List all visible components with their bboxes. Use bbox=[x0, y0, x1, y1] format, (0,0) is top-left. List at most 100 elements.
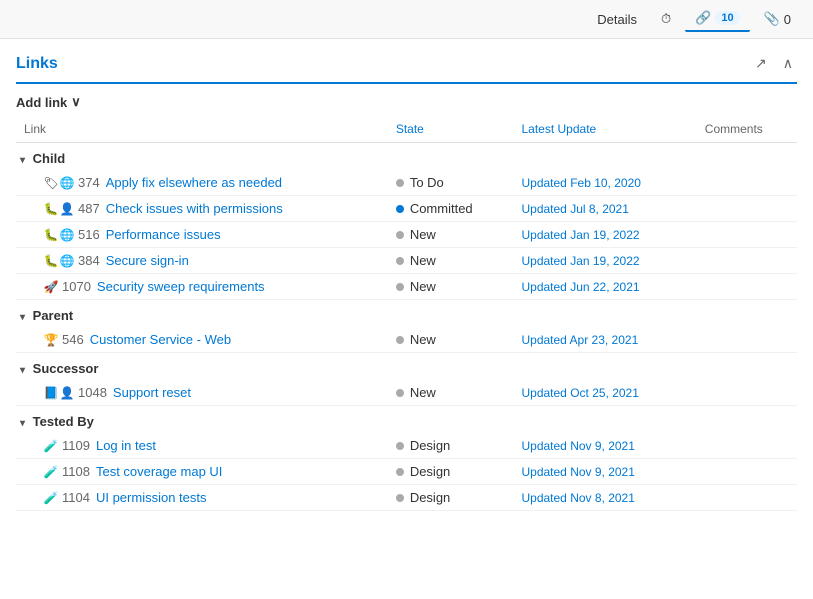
state-label: Design bbox=[410, 490, 450, 505]
expand-icon[interactable]: ↗ bbox=[751, 53, 771, 74]
state-label: New bbox=[410, 385, 436, 400]
table-row: 📘👤 1048 Support reset New Updated Oct 25… bbox=[16, 380, 797, 406]
table-row: 🐛👤 487 Check issues with permissions Com… bbox=[16, 196, 797, 222]
item-link[interactable]: Customer Service - Web bbox=[90, 332, 231, 347]
item-id: 1109 bbox=[62, 438, 90, 453]
state-dot bbox=[396, 468, 404, 476]
link-cell: 🧪 1109 Log in test bbox=[16, 433, 388, 459]
state-dot bbox=[396, 257, 404, 265]
state-dot bbox=[396, 231, 404, 239]
state-label: New bbox=[410, 332, 436, 347]
group-chevron-icon[interactable]: ▾ bbox=[20, 155, 25, 166]
table-row: 🐛🌐 516 Performance issues New Updated Ja… bbox=[16, 222, 797, 248]
item-type-icon: 🐛 bbox=[44, 202, 58, 216]
links-table: Link State Latest Update Comments ▾ Chil… bbox=[16, 116, 797, 511]
group-chevron-icon[interactable]: ▾ bbox=[20, 418, 25, 429]
comments-cell bbox=[697, 459, 797, 485]
link-cell: 🐛🌐 516 Performance issues bbox=[16, 222, 388, 248]
item-type-icon: 👤 bbox=[60, 386, 74, 400]
item-link[interactable]: Secure sign-in bbox=[106, 253, 189, 268]
update-cell: Updated Nov 9, 2021 bbox=[513, 433, 696, 459]
link-cell: 🚀 1070 Security sweep requirements bbox=[16, 274, 388, 300]
item-link[interactable]: Security sweep requirements bbox=[97, 279, 265, 294]
item-type-icon: 🏷 bbox=[44, 176, 58, 190]
item-id: 1048 bbox=[78, 385, 107, 400]
item-type-icon: 🧪 bbox=[44, 465, 58, 479]
add-link-button[interactable]: Add link ∨ bbox=[16, 94, 81, 110]
update-cell: Updated Nov 8, 2021 bbox=[513, 485, 696, 511]
group-row: ▾ Parent bbox=[16, 300, 797, 328]
links-title: Links bbox=[16, 55, 58, 73]
item-type-icon: 📘 bbox=[44, 386, 58, 400]
collapse-icon[interactable]: ∧ bbox=[779, 53, 797, 74]
item-type-icon: 🧪 bbox=[44, 491, 58, 505]
update-cell: Updated Jun 22, 2021 bbox=[513, 274, 696, 300]
group-label: Parent bbox=[33, 308, 73, 323]
state-dot bbox=[396, 389, 404, 397]
item-link[interactable]: Log in test bbox=[96, 438, 156, 453]
table-row: 🧪 1109 Log in test Design Updated Nov 9,… bbox=[16, 433, 797, 459]
col-header-update: Latest Update bbox=[513, 116, 696, 143]
item-id: 1108 bbox=[62, 464, 90, 479]
details-tab[interactable]: Details bbox=[587, 8, 647, 31]
state-label: New bbox=[410, 227, 436, 242]
update-cell: Updated Feb 10, 2020 bbox=[513, 170, 696, 196]
attachment-icon: 📎 bbox=[764, 11, 780, 27]
comments-cell bbox=[697, 485, 797, 511]
table-row: 🚀 1070 Security sweep requirements New U… bbox=[16, 274, 797, 300]
item-type-icon: 🌐 bbox=[60, 254, 74, 268]
link-cell: 📘👤 1048 Support reset bbox=[16, 380, 388, 406]
state-cell: Committed bbox=[388, 196, 514, 222]
chevron-down-icon: ∨ bbox=[71, 94, 81, 110]
state-label: New bbox=[410, 279, 436, 294]
group-label: Child bbox=[33, 151, 66, 166]
item-link[interactable]: UI permission tests bbox=[96, 490, 207, 505]
state-cell: New bbox=[388, 327, 514, 353]
group-row: ▾ Successor bbox=[16, 353, 797, 381]
update-cell: Updated Jan 19, 2022 bbox=[513, 248, 696, 274]
table-row: 🏷🌐 374 Apply fix elsewhere as needed To … bbox=[16, 170, 797, 196]
links-tab[interactable]: 🔗 10 bbox=[685, 6, 749, 32]
item-link[interactable]: Support reset bbox=[113, 385, 191, 400]
comments-cell bbox=[697, 170, 797, 196]
comments-cell bbox=[697, 380, 797, 406]
comments-cell bbox=[697, 274, 797, 300]
item-link[interactable]: Performance issues bbox=[106, 227, 221, 242]
link-cell: 🧪 1104 UI permission tests bbox=[16, 485, 388, 511]
col-header-state: State bbox=[388, 116, 514, 143]
comments-cell bbox=[697, 196, 797, 222]
links-icon: 🔗 bbox=[695, 10, 711, 26]
item-type-icon: 🌐 bbox=[60, 228, 74, 242]
item-link[interactable]: Test coverage map UI bbox=[96, 464, 222, 479]
table-row: 🧪 1108 Test coverage map UI Design Updat… bbox=[16, 459, 797, 485]
item-id: 516 bbox=[78, 227, 100, 242]
state-cell: New bbox=[388, 248, 514, 274]
state-cell: Design bbox=[388, 485, 514, 511]
state-cell: To Do bbox=[388, 170, 514, 196]
link-cell: 🧪 1108 Test coverage map UI bbox=[16, 459, 388, 485]
history-tab[interactable]: ⏱ bbox=[651, 7, 681, 31]
item-type-icon: 👤 bbox=[60, 202, 74, 216]
state-label: To Do bbox=[410, 175, 444, 190]
group-row: ▾ Child bbox=[16, 143, 797, 171]
state-dot bbox=[396, 494, 404, 502]
item-id: 384 bbox=[78, 253, 100, 268]
item-id: 374 bbox=[78, 175, 100, 190]
state-dot bbox=[396, 336, 404, 344]
group-chevron-icon[interactable]: ▾ bbox=[20, 312, 25, 323]
state-dot bbox=[396, 179, 404, 187]
state-dot bbox=[396, 205, 404, 213]
state-cell: New bbox=[388, 222, 514, 248]
links-header-actions: ↗ ∧ bbox=[751, 53, 797, 74]
group-chevron-icon[interactable]: ▾ bbox=[20, 365, 25, 376]
table-header-row: Link State Latest Update Comments bbox=[16, 116, 797, 143]
item-link[interactable]: Apply fix elsewhere as needed bbox=[106, 175, 282, 190]
state-cell: New bbox=[388, 380, 514, 406]
state-label: Design bbox=[410, 464, 450, 479]
attachments-tab[interactable]: 📎 0 bbox=[754, 7, 801, 31]
comments-cell bbox=[697, 433, 797, 459]
link-cell: 🐛🌐 384 Secure sign-in bbox=[16, 248, 388, 274]
item-link[interactable]: Check issues with permissions bbox=[106, 201, 283, 216]
item-type-icon: 🌐 bbox=[60, 176, 74, 190]
add-link-row: Add link ∨ bbox=[16, 84, 797, 116]
